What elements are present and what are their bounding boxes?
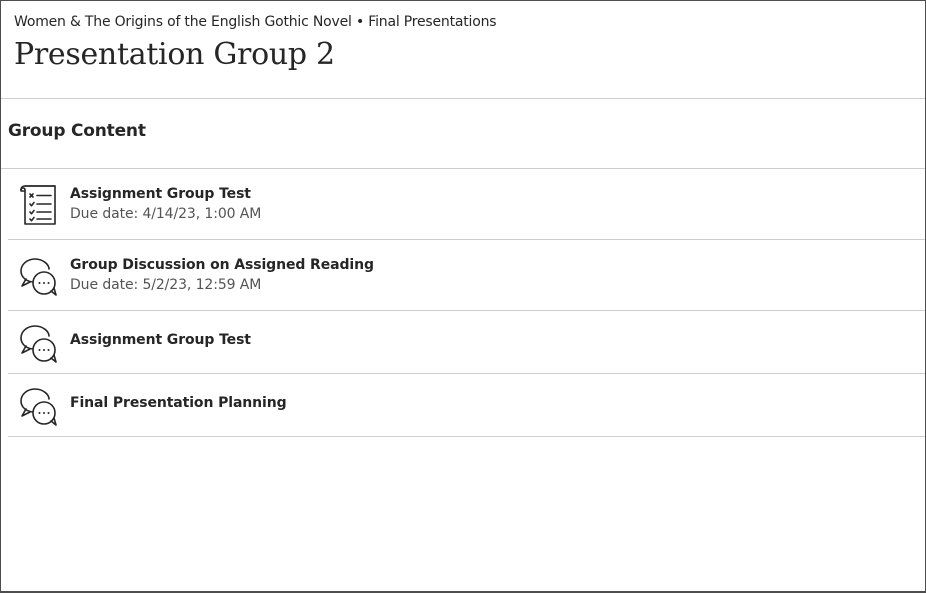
discussion-bubbles-icon xyxy=(18,322,60,364)
group-content-list: Assignment Group Test Due date: 4/14/23,… xyxy=(8,169,925,437)
content-item-assignment-group-test[interactable]: Assignment Group Test Due date: 4/14/23,… xyxy=(8,169,925,240)
page-frame: Women & The Origins of the English Gothi… xyxy=(0,0,926,593)
discussion-bubbles-icon xyxy=(18,255,60,297)
section-header: Group Content xyxy=(1,99,925,169)
discussion-bubbles-icon xyxy=(18,385,60,427)
content-item-title[interactable]: Group Discussion on Assigned Reading xyxy=(70,257,374,273)
section-title: Group Content xyxy=(8,121,146,141)
assignment-checklist-icon xyxy=(18,184,60,226)
content-item-due-date: Due date: 5/2/23, 12:59 AM xyxy=(70,277,262,293)
content-item-title[interactable]: Assignment Group Test xyxy=(70,186,261,202)
content-item-text: Assignment Group Test xyxy=(70,332,251,348)
content-item-title[interactable]: Final Presentation Planning xyxy=(70,395,287,411)
content-item-title[interactable]: Assignment Group Test xyxy=(70,332,251,348)
breadcrumb[interactable]: Women & The Origins of the English Gothi… xyxy=(14,14,497,30)
page-title: Presentation Group 2 xyxy=(14,37,335,72)
content-item-text: Group Discussion on Assigned Reading Due… xyxy=(70,257,374,293)
content-item-text: Final Presentation Planning xyxy=(70,395,287,411)
content-item-due-date: Due date: 4/14/23, 1:00 AM xyxy=(70,206,262,222)
content-item-group-discussion[interactable]: Group Discussion on Assigned Reading Due… xyxy=(8,240,925,311)
content-item-final-presentation-planning[interactable]: Final Presentation Planning xyxy=(8,374,925,437)
content-item-assignment-group-test-discussion[interactable]: Assignment Group Test xyxy=(8,311,925,374)
page-header: Women & The Origins of the English Gothi… xyxy=(1,1,925,99)
content-item-text: Assignment Group Test Due date: 4/14/23,… xyxy=(70,186,261,222)
